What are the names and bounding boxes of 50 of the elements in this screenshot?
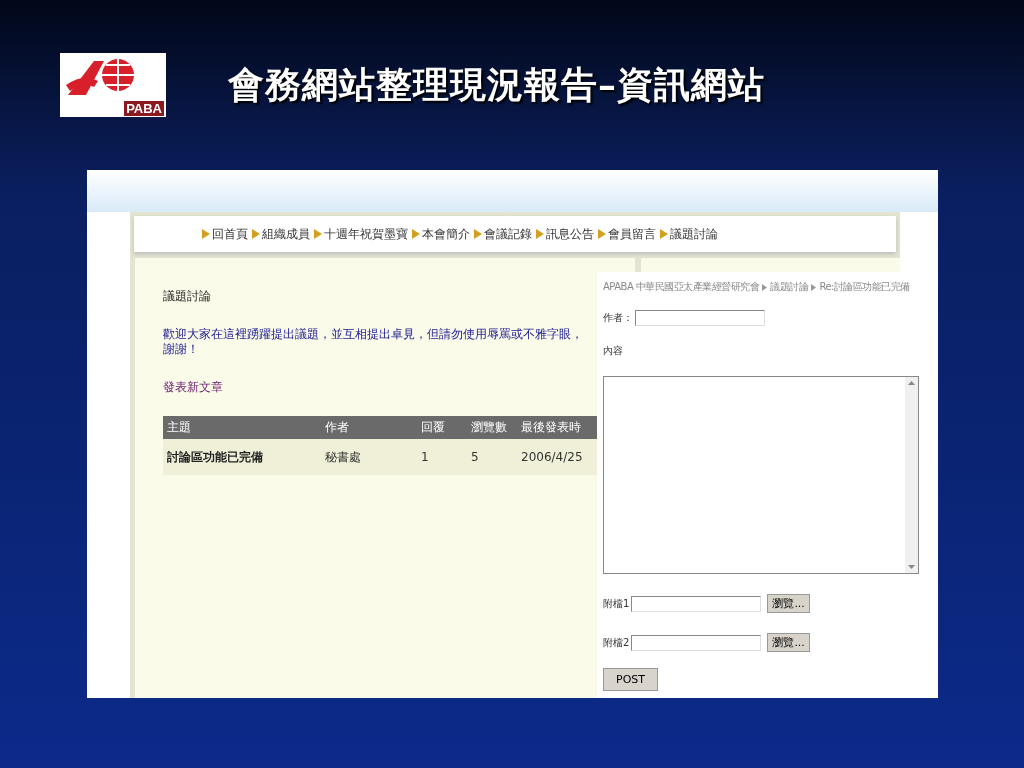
nav-link[interactable]: 十週年祝賀墨寶 bbox=[314, 225, 408, 243]
table-cell: 1 bbox=[417, 439, 467, 475]
triangle-icon bbox=[598, 229, 606, 239]
content-label: 內容 bbox=[603, 344, 624, 358]
breadcrumb-link[interactable]: APABA 中華民國亞太產業經營研究會 bbox=[603, 280, 760, 294]
triangle-icon bbox=[660, 229, 668, 239]
browse-button[interactable]: 瀏覽... bbox=[767, 633, 810, 652]
author-field[interactable] bbox=[635, 310, 765, 326]
chevron-icon bbox=[811, 283, 817, 291]
column-header: 作者 bbox=[321, 416, 417, 439]
slide-title: 會務網站整理現況報告–資訊網站 bbox=[228, 61, 765, 107]
breadcrumb-link[interactable]: Re:討論區功能已完備 bbox=[819, 280, 910, 294]
triangle-icon bbox=[202, 229, 210, 239]
table-cell[interactable]: 討論區功能已完備 bbox=[163, 439, 321, 475]
triangle-icon bbox=[412, 229, 420, 239]
nav-link[interactable]: 議題討論 bbox=[660, 225, 718, 243]
table-cell: 秘書處 bbox=[321, 439, 417, 475]
column-header: 回覆 bbox=[417, 416, 467, 439]
scroll-up-icon[interactable] bbox=[907, 379, 916, 388]
nav-link[interactable]: 本會簡介 bbox=[412, 225, 470, 243]
new-post-link[interactable]: 發表新文章 bbox=[163, 379, 223, 396]
browse-button[interactable]: 瀏覽... bbox=[767, 594, 810, 613]
post-button[interactable]: POST bbox=[603, 668, 658, 691]
attachment-label: 附檔1 bbox=[603, 596, 630, 611]
nav-link[interactable]: 會員留言 bbox=[598, 225, 656, 243]
author-label: 作者： bbox=[603, 311, 633, 325]
table-cell: 2006/4/25 bbox=[517, 439, 599, 475]
triangle-icon bbox=[536, 229, 544, 239]
triangle-icon bbox=[474, 229, 482, 239]
scrollbar[interactable] bbox=[905, 377, 918, 573]
attachment-label: 附檔2 bbox=[603, 635, 630, 650]
triangle-icon bbox=[252, 229, 260, 239]
logo-text: PABA bbox=[124, 101, 164, 116]
file-field[interactable] bbox=[631, 595, 762, 612]
column-header: 最後發表時 bbox=[517, 416, 599, 439]
file-field[interactable] bbox=[631, 634, 762, 651]
column-header: 主題 bbox=[163, 416, 321, 439]
scroll-down-icon[interactable] bbox=[907, 562, 916, 571]
section-heading: 議題討論 bbox=[163, 288, 212, 305]
content-field[interactable] bbox=[603, 376, 919, 574]
nav-link[interactable]: 回首頁 bbox=[202, 225, 248, 243]
table-cell: 5 bbox=[467, 439, 517, 475]
nav-link[interactable]: 會議記錄 bbox=[474, 225, 532, 243]
triangle-icon bbox=[314, 229, 322, 239]
nav-link[interactable]: 訊息公告 bbox=[536, 225, 594, 243]
chevron-icon bbox=[762, 283, 768, 291]
intro-text: 歡迎大家在這裡踴躍提出議題，並互相提出卓見，但請勿使用辱罵或不雅字眼，謝謝！ bbox=[163, 327, 583, 357]
column-header: 瀏覽數 bbox=[467, 416, 517, 439]
breadcrumb-link[interactable]: 議題討論 bbox=[770, 280, 809, 294]
nav-link[interactable]: 組織成員 bbox=[252, 225, 310, 243]
